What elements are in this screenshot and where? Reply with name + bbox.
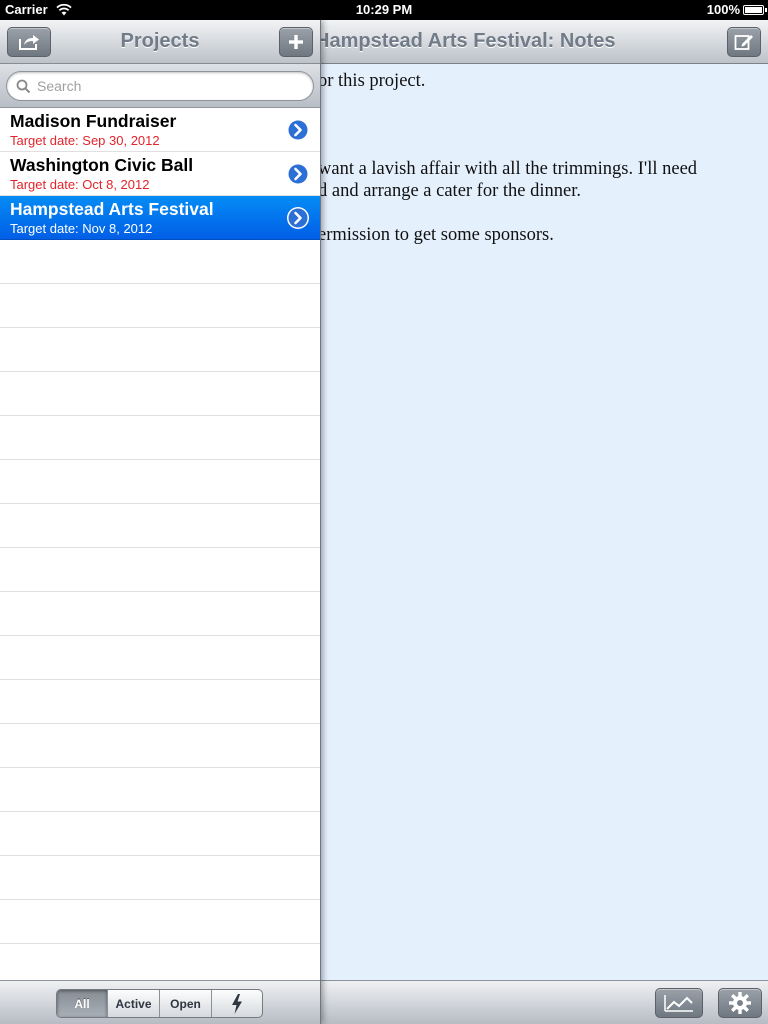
project-name: Washington Civic Ball	[10, 155, 194, 175]
project-row-selected[interactable]: Hampstead Arts Festival Target date: Nov…	[0, 196, 320, 240]
filter-segmented-control: All Active Open	[56, 989, 263, 1018]
search-input[interactable]	[37, 76, 297, 96]
projects-title: Projects	[120, 30, 200, 52]
project-row[interactable]: Madison Fundraiser Target date: Sep 30, …	[0, 108, 320, 152]
battery-icon	[743, 5, 767, 15]
empty-row	[0, 284, 320, 328]
status-bar: Carrier 10:29 PM 100%	[0, 0, 768, 20]
empty-row	[0, 636, 320, 680]
detail-disclosure-icon[interactable]	[286, 206, 310, 230]
detail-disclosure-icon[interactable]	[286, 162, 310, 186]
plus-icon	[289, 35, 303, 49]
empty-row	[0, 592, 320, 636]
projects-list: Madison Fundraiser Target date: Sep 30, …	[0, 108, 320, 988]
clock: 10:29 PM	[355, 2, 413, 17]
chart-icon	[664, 995, 693, 1012]
empty-row	[0, 372, 320, 416]
add-project-button[interactable]	[279, 27, 313, 57]
filter-open-segment[interactable]: Open	[160, 990, 212, 1017]
empty-row	[0, 724, 320, 768]
empty-row	[0, 548, 320, 592]
chart-button[interactable]	[655, 988, 703, 1018]
projects-panel: Projects Madison Fundraiser Target date:…	[0, 20, 321, 1024]
project-target-date: Target date: Oct 8, 2012	[10, 177, 150, 192]
empty-row	[0, 768, 320, 812]
gear-icon	[729, 992, 751, 1014]
filter-toolbar: All Active Open	[0, 980, 320, 1024]
compose-button[interactable]	[727, 27, 761, 57]
empty-row	[0, 900, 320, 944]
project-row[interactable]: Washington Civic Ball Target date: Oct 8…	[0, 152, 320, 196]
search-field[interactable]	[6, 71, 314, 101]
empty-row	[0, 504, 320, 548]
filter-active-segment[interactable]: Active	[108, 990, 160, 1017]
battery-percent: 100%	[706, 2, 740, 17]
filter-lightning-segment[interactable]	[212, 990, 262, 1017]
project-target-date: Target date: Sep 30, 2012	[10, 133, 160, 148]
empty-row	[0, 416, 320, 460]
empty-rows	[0, 240, 320, 988]
settings-button[interactable]	[718, 988, 762, 1018]
compose-icon	[734, 35, 753, 50]
empty-row	[0, 856, 320, 900]
project-target-date: Target date: Nov 8, 2012	[10, 221, 153, 236]
lightning-icon	[232, 993, 242, 1014]
empty-row	[0, 240, 320, 284]
project-name: Madison Fundraiser	[10, 111, 177, 131]
empty-row	[0, 680, 320, 724]
projects-navbar: Projects	[0, 20, 320, 64]
filter-all-segment[interactable]: All	[57, 990, 108, 1017]
search-icon	[16, 79, 31, 94]
empty-row	[0, 328, 320, 372]
project-name: Hampstead Arts Festival	[10, 199, 214, 219]
empty-row	[0, 812, 320, 856]
search-bar	[0, 64, 320, 108]
empty-row	[0, 460, 320, 504]
detail-disclosure-icon[interactable]	[286, 118, 310, 142]
